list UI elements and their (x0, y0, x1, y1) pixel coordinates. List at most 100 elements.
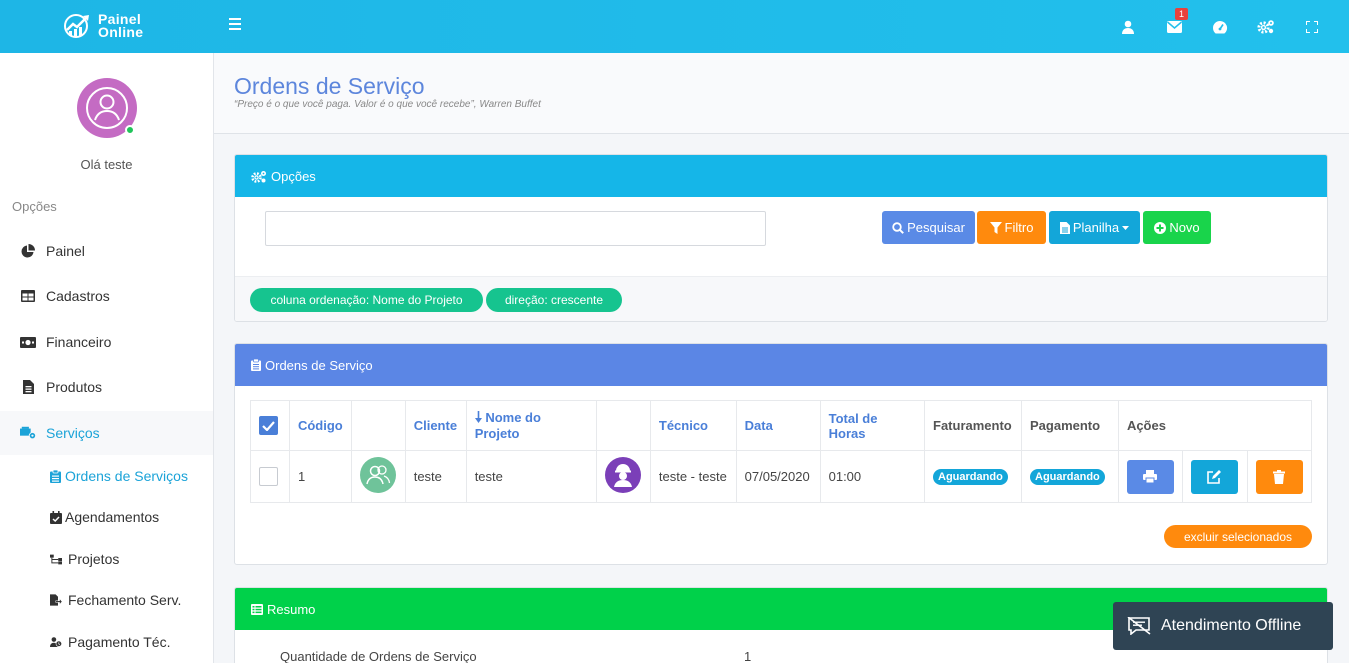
sidebar-item-label: Painel (46, 243, 85, 259)
col-client-avatar (350, 400, 406, 451)
new-button-label: Novo (1169, 220, 1200, 235)
cell-edit (1181, 450, 1248, 503)
clipboard-icon (251, 359, 261, 371)
user-avatar-icon (86, 87, 128, 129)
billing-status-badge: Aguardando (933, 469, 1008, 485)
row-checkbox[interactable] (259, 467, 278, 486)
col-total-horas[interactable]: Total de Horas (819, 400, 926, 451)
mail-icon[interactable]: 1 (1151, 0, 1197, 53)
cell-delete (1246, 450, 1313, 503)
gauge-icon[interactable] (1197, 0, 1243, 53)
sidebar-item-label: Serviços (46, 425, 100, 441)
cell-date: 07/05/2020 (735, 450, 821, 503)
user-clock-icon (50, 636, 62, 649)
print-icon (1143, 470, 1158, 483)
cell-hours: 01:00 (819, 450, 926, 503)
summary-value: 1 (744, 649, 752, 663)
clipboard-icon (50, 469, 62, 483)
search-button[interactable]: Pesquisar (882, 211, 975, 244)
plus-circle-icon (1154, 221, 1167, 234)
cell-tech-avatar (595, 450, 651, 503)
cell-technician: teste - teste (649, 450, 737, 503)
brand-logo[interactable]: Painel Online (62, 10, 143, 42)
search-input[interactable] (265, 211, 766, 246)
orders-card: Ordens de Serviço Código Cliente Nome do… (234, 343, 1328, 565)
sheet-button-label: Planilha (1072, 220, 1120, 235)
file-sheet-icon (1059, 221, 1070, 234)
page-quote: “Preço é o que você paga. Valor é o que … (234, 99, 541, 110)
col-nome-projeto-label: Nome do Projeto (474, 410, 541, 441)
top-bar: Painel Online 1 (0, 0, 1349, 53)
table-icon (20, 288, 36, 304)
online-indicator (125, 125, 135, 135)
col-nome-projeto[interactable]: Nome do Projeto (465, 400, 597, 451)
caret-down-icon (1122, 225, 1130, 230)
edit-button[interactable] (1190, 459, 1238, 494)
options-title: Opções (271, 168, 316, 184)
sidebar-item-cadastros[interactable]: Cadastros (0, 274, 213, 318)
col-cliente[interactable]: Cliente (404, 400, 467, 451)
brand-line-2: Online (98, 24, 144, 40)
page-title: Ordens de Serviço (234, 73, 425, 99)
sidebar-item-label: Cadastros (46, 288, 110, 304)
delete-selected-button[interactable]: excluir selecionados (1164, 525, 1312, 548)
offline-chat-icon (1127, 617, 1151, 635)
cell-print (1117, 450, 1183, 503)
col-codigo[interactable]: Código (288, 400, 352, 451)
options-card: Opções Pesquisar Filtro Planilha Novo co… (234, 154, 1328, 322)
sidebar-subitem-ordens[interactable]: Ordens de Serviços (50, 468, 188, 484)
fullscreen-icon[interactable] (1289, 0, 1335, 53)
sidebar: Olá teste Opções Painel Cadastros Financ… (0, 53, 214, 663)
user-icon[interactable] (1105, 0, 1151, 53)
orders-title: Ordens de Serviço (265, 357, 373, 373)
edit-icon (1207, 469, 1222, 484)
sidebar-item-produtos[interactable]: Produtos (0, 365, 213, 409)
orders-header: Ordens de Serviço (235, 344, 1327, 386)
col-faturamento: Faturamento (924, 400, 1022, 451)
client-group-icon (359, 457, 396, 493)
trash-icon (1273, 469, 1286, 484)
delete-button[interactable] (1255, 459, 1303, 494)
table-row[interactable]: 1 teste teste teste - teste 07/05/2020 0… (250, 450, 1313, 503)
sidebar-item-painel[interactable]: Painel (0, 229, 213, 273)
sheet-dropdown-button[interactable]: Planilha (1049, 211, 1140, 244)
summary-label: Quantidade de Ordens de Serviço (280, 649, 477, 663)
sidebar-subitem-projetos[interactable]: Projetos (50, 551, 119, 567)
sidebar-item-servicos[interactable]: Serviços (0, 411, 213, 455)
top-icons: 1 (1105, 0, 1335, 53)
brand-name: Painel Online (98, 12, 144, 40)
sidebar-subitem-label: Pagamento Téc. (68, 634, 171, 650)
search-icon (892, 221, 905, 234)
summary-title: Resumo (267, 601, 316, 617)
new-button[interactable]: Novo (1143, 211, 1211, 244)
cell-payment: Aguardando (1021, 450, 1119, 503)
sidebar-subitem-pagamento[interactable]: Pagamento Téc. (50, 634, 170, 650)
sidebar-subitem-label: Projetos (68, 551, 120, 567)
filter-button[interactable]: Filtro (977, 211, 1046, 244)
cell-billing: Aguardando (924, 450, 1022, 503)
col-acoes: Ações (1117, 400, 1313, 451)
avatar[interactable] (77, 78, 137, 138)
direction-pill[interactable]: direção: crescente (486, 288, 622, 312)
col-tecnico[interactable]: Técnico (649, 400, 737, 451)
col-data[interactable]: Data (735, 400, 821, 451)
cogs-icon (251, 170, 267, 183)
sidebar-subitem-agendamentos[interactable]: Agendamentos (50, 509, 159, 525)
sitemap-icon (50, 553, 62, 566)
menu-toggle-icon[interactable] (229, 18, 241, 30)
print-button[interactable] (1126, 459, 1174, 494)
cogs-icon[interactable] (1243, 0, 1289, 53)
offline-chat-label: Atendimento Offline (1161, 617, 1302, 634)
select-all-checkbox[interactable] (259, 416, 278, 435)
sidebar-subitem-label: Fechamento Serv. (68, 592, 182, 608)
orders-table: Código Cliente Nome do Projeto Técnico D… (250, 400, 1313, 503)
cell-project: teste (465, 450, 597, 503)
order-column-pill[interactable]: coluna ordenação: Nome do Projeto (250, 288, 483, 312)
sidebar-item-label: Financeiro (46, 334, 112, 350)
pie-chart-icon (20, 243, 36, 259)
table-header-row: Código Cliente Nome do Projeto Técnico D… (250, 400, 1313, 451)
sidebar-item-financeiro[interactable]: Financeiro (0, 320, 213, 364)
offline-chat-widget[interactable]: Atendimento Offline (1113, 602, 1333, 650)
sidebar-subitem-fechamento[interactable]: Fechamento Serv. (50, 592, 181, 608)
page-header: Ordens de Serviço “Preço é o que você pa… (214, 53, 1349, 134)
